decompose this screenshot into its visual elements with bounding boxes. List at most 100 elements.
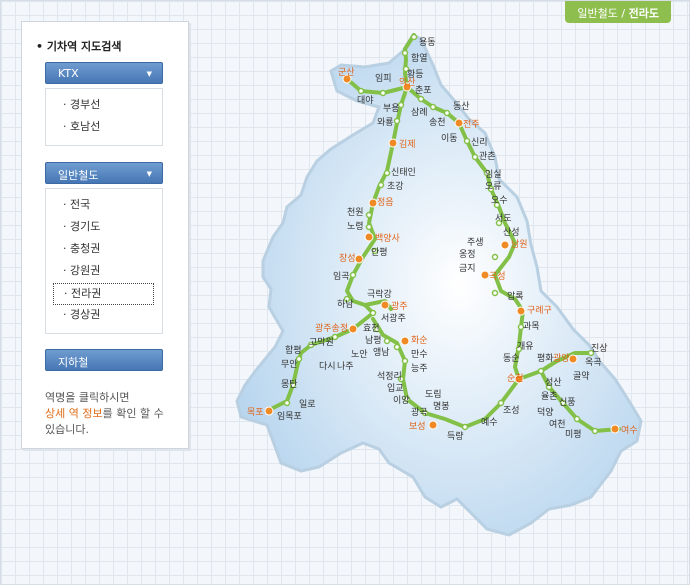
station-daseo: 다시: [319, 361, 336, 372]
map-stage: 용동 함열 황등 군산 임피 익산 대야 춘포 부용 삼례 동산 와룡 송천 전…: [0, 0, 690, 585]
station-iksan: 익산: [399, 76, 416, 88]
station-gwanchon: 관촌: [479, 151, 496, 162]
region-item-jeolla[interactable]: · 전라권: [53, 283, 154, 305]
station-hyocheon: 효천: [363, 323, 380, 334]
station-myeongbong: 명봉: [433, 401, 450, 412]
station-osu: 오류: [485, 181, 502, 192]
station-yeosu: 여수: [621, 424, 638, 436]
station-gokseong: 곡성: [489, 271, 506, 282]
ktx-label: KTX: [58, 67, 79, 80]
station-hampyeong: 함평: [285, 345, 302, 356]
station-sinpung: 신풍: [559, 397, 576, 408]
station-waryong: 와룡: [377, 116, 394, 128]
station-gwangyang: 광양: [553, 352, 570, 364]
station-noryeong: 노령: [347, 220, 364, 232]
panel-title: • 기차역 지도검색: [36, 40, 122, 53]
station-daeya: 대야: [357, 95, 374, 106]
station-gwangjusongjeong: 광주송정: [315, 322, 348, 334]
station-golyak: 골약: [573, 370, 590, 382]
station-pyeonghwa: 평화: [537, 353, 554, 364]
station-doreem: 도림: [425, 388, 442, 400]
station-seongsan: 성산: [545, 377, 562, 388]
note-line2-rest: 를 확인 할 수: [102, 407, 164, 420]
station-search-panel: • 기차역 지도검색 KTX ▼ · 경부선 · 호남선 일반철도 ▼ · 전국…: [21, 21, 189, 449]
ktx-item-gyeongbu[interactable]: · 경부선: [53, 95, 154, 117]
station-imsil: 임실: [485, 168, 502, 180]
station-yeocheon: 여천: [549, 418, 566, 430]
station-jinsang: 진상: [591, 343, 608, 354]
station-apnok: 압록: [507, 290, 524, 302]
note-line3: 있습니다.: [45, 423, 89, 436]
general-rail-region-list: · 전국 · 경기도 · 충청권 · 강원권 · 전라권 · 경상권: [45, 188, 163, 334]
note-highlight: 상세 역 정보: [45, 407, 103, 420]
station-hwasun: 화순: [411, 335, 428, 346]
station-neungju: 능주: [411, 363, 428, 374]
station-jangseong: 장성: [339, 253, 356, 264]
station-dongsan: 동산: [453, 101, 470, 112]
station-namwon: 남원: [511, 239, 528, 250]
station-iyang: 이양: [393, 395, 410, 406]
station-mipyeong: 미평: [565, 429, 582, 440]
station-baegyangsa: 백양사: [375, 233, 401, 244]
ktx-line-list: · 경부선 · 호남선: [45, 88, 163, 146]
station-anpyeong: 안평: [371, 247, 388, 258]
subway-category-button[interactable]: 지하철: [45, 349, 163, 371]
note-line1: 역명을 클릭하시면: [45, 391, 130, 404]
station-deokyang: 덕양: [537, 407, 554, 418]
station-mongtan: 몽탄: [281, 379, 298, 390]
station-gwaseop: 과목: [523, 321, 540, 332]
station-naju: 나주: [337, 361, 354, 372]
station-osu2: 오수: [491, 195, 508, 206]
general-rail-label: 일반철도: [58, 169, 99, 182]
station-seogwangju: 서광주: [381, 312, 406, 324]
station-mokpo: 목포: [247, 407, 264, 418]
station-gunsan: 군산: [338, 67, 355, 78]
station-chogang: 초강: [387, 181, 404, 192]
station-yesu: 예수: [481, 417, 498, 428]
station-onggjeong: 옹정: [459, 249, 476, 260]
region-item-gyeongsang[interactable]: · 경상권: [53, 305, 154, 327]
station-imphi: 임피: [375, 72, 392, 84]
station-yulchon: 율촌: [541, 391, 558, 402]
region-item-nationwide[interactable]: · 전국: [53, 195, 154, 217]
station-gwangju: 광주: [391, 300, 408, 312]
note-line2: 상세 역 정보를 확인 할 수: [45, 406, 173, 422]
station-okgok: 옥곡: [585, 357, 602, 368]
breadcrumb-parent[interactable]: 일반철도: [577, 7, 617, 20]
region-item-gangwon[interactable]: · 강원권: [53, 261, 154, 283]
station-boseong: 보성: [409, 421, 426, 432]
station-sanseong: 산성: [503, 227, 520, 238]
station-buyong: 부용: [383, 103, 400, 114]
station-jeongeup: 정읍: [377, 197, 394, 208]
station-imgok: 임곡: [333, 270, 350, 282]
station-guryegu: 구례구: [527, 305, 552, 316]
breadcrumb: 일반철도 / 전라도: [565, 1, 671, 23]
station-yongdong: 용동: [419, 37, 436, 48]
station-geukrakgang: 극락강: [367, 288, 392, 300]
general-rail-category-button[interactable]: 일반철도 ▼: [45, 162, 163, 184]
station-deungnyang: 득량: [447, 430, 464, 442]
ktx-category-button[interactable]: KTX ▼: [45, 62, 163, 84]
ktx-item-honam[interactable]: · 호남선: [53, 117, 154, 139]
chevron-down-icon: ▼: [146, 70, 152, 78]
station-mansu: 만수: [411, 349, 428, 360]
station-josung: 조성: [503, 405, 520, 416]
region-item-gyeonggi[interactable]: · 경기도: [53, 217, 154, 239]
station-namdeong: 남평: [365, 335, 382, 346]
station-ilro: 일로: [299, 399, 316, 410]
station-dongsun: 동순: [503, 353, 520, 364]
station-gomagwon: 고막원: [309, 337, 334, 348]
station-gimje: 김제: [399, 138, 416, 150]
station-jeonju: 전주: [463, 119, 480, 130]
region-item-chungcheong[interactable]: · 충청권: [53, 239, 154, 261]
station-songcheon: 송천: [429, 117, 446, 128]
station-muan: 무안: [281, 359, 298, 370]
station-cheonwon: 천원: [347, 207, 364, 218]
breadcrumb-separator: /: [621, 7, 626, 20]
station-hanam: 하남: [337, 299, 354, 310]
station-jusaeng: 주생: [467, 237, 484, 248]
station-gaeyu: 개유: [517, 341, 534, 352]
station-chunpo: 춘포: [415, 85, 432, 96]
station-sinri: 신리: [471, 137, 488, 148]
station-seodo: 서도: [495, 213, 512, 224]
